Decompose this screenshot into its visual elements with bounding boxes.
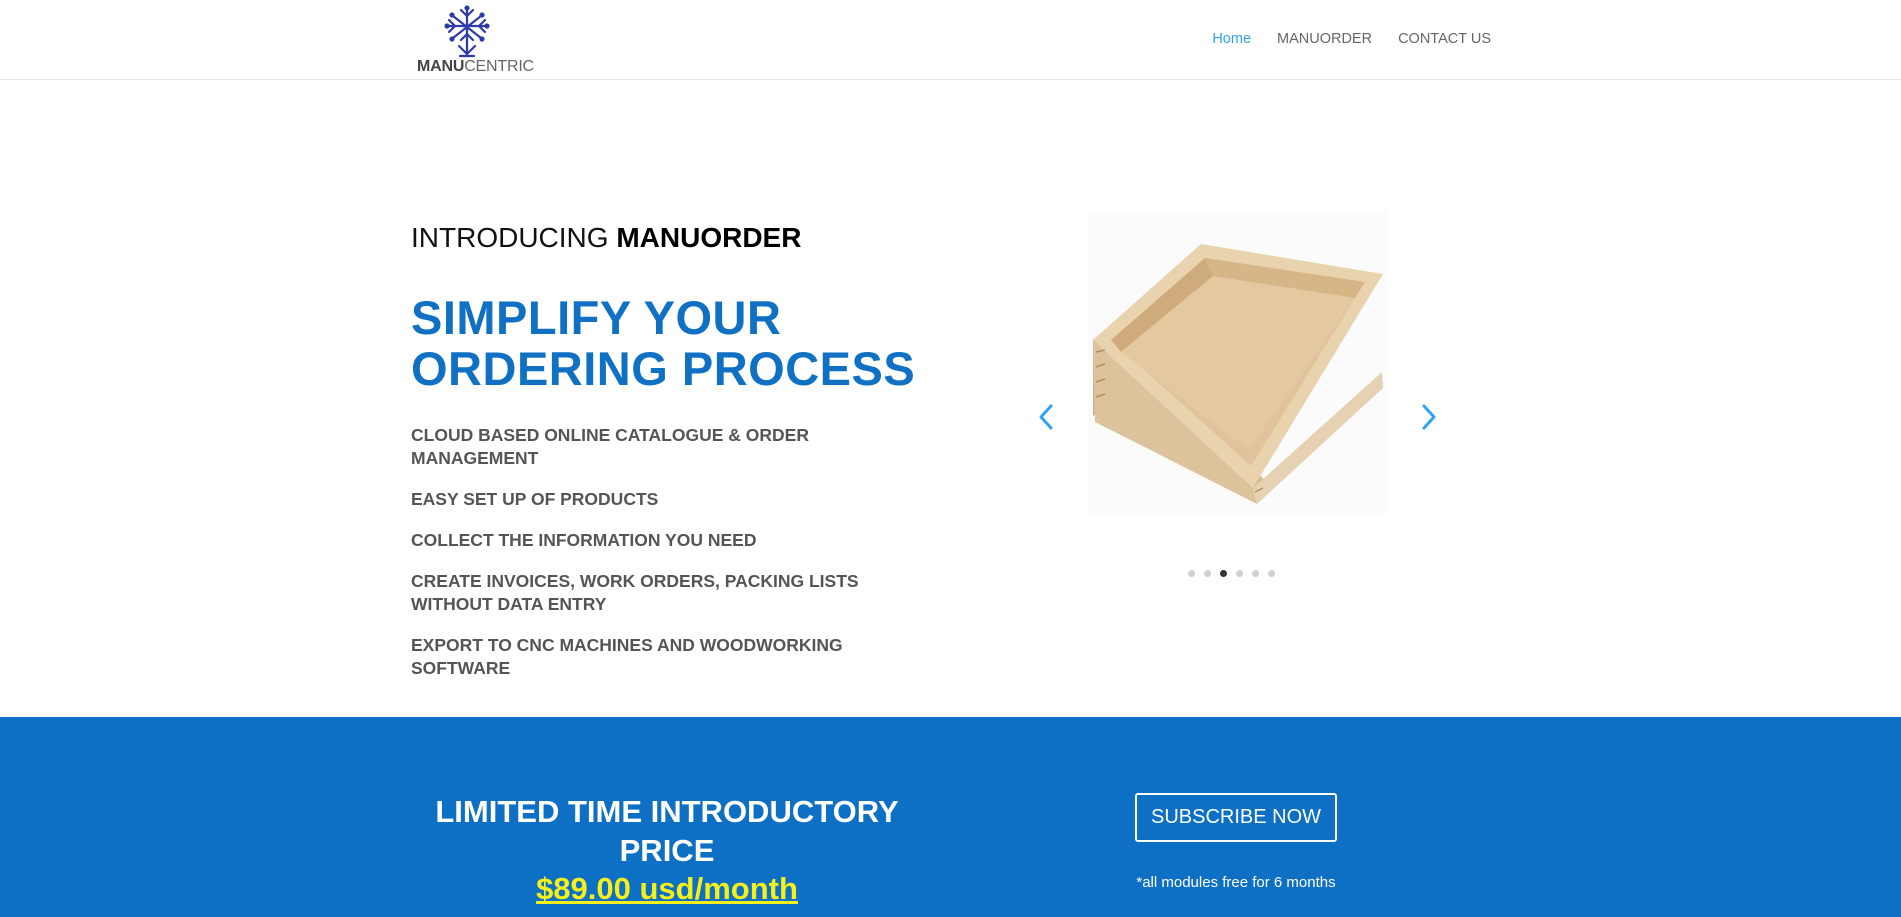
- hero-headline: SIMPLIFY YOUR ORDERING PROCESS: [411, 292, 971, 394]
- chevron-left-icon: [1039, 404, 1053, 430]
- slider-dot-2[interactable]: [1204, 570, 1211, 577]
- modules-free-note: *all modules free for 6 months: [1136, 874, 1336, 891]
- slider-pagination: [1188, 570, 1275, 577]
- site-header: MANUCENTRIC Home MANUORDER CONTACT US: [0, 0, 1901, 80]
- nav-item-home[interactable]: Home: [1212, 31, 1251, 47]
- feature-item: CREATE INVOICES, WORK ORDERS, PACKING LI…: [411, 571, 859, 614]
- intro-heading: INTRODUCING MANUORDER: [411, 222, 801, 254]
- feature-list: CLOUD BASED ONLINE CATALOGUE & ORDER MAN…: [411, 424, 931, 698]
- feature-item: EASY SET UP OF PRODUCTS: [411, 489, 659, 509]
- slider-dot-5[interactable]: [1252, 570, 1259, 577]
- headline-line-1: SIMPLIFY YOUR: [411, 291, 782, 344]
- slider-dot-4[interactable]: [1236, 570, 1243, 577]
- slider-dot-3[interactable]: [1220, 570, 1227, 577]
- chevron-right-icon: [1422, 404, 1436, 430]
- slider-dot-1[interactable]: [1188, 570, 1195, 577]
- slider-next-button[interactable]: [1416, 400, 1442, 434]
- feature-item: EXPORT TO CNC MACHINES AND WOODWORKING S…: [411, 635, 843, 678]
- headline-line-2: ORDERING PROCESS: [411, 342, 916, 395]
- wooden-drawer-box-image: [1087, 212, 1387, 514]
- snowflake-tree-logo-icon: [444, 5, 490, 58]
- manucentric-logo[interactable]: MANUCENTRIC: [416, 4, 534, 76]
- nav-item-contact-us[interactable]: CONTACT US: [1398, 31, 1491, 47]
- subscribe-now-button[interactable]: SUBSCRIBE NOW: [1135, 793, 1337, 842]
- slider-prev-button[interactable]: [1033, 400, 1059, 434]
- slider-dot-6[interactable]: [1268, 570, 1275, 577]
- feature-item: COLLECT THE INFORMATION YOU NEED: [411, 530, 757, 550]
- nav-item-manuorder[interactable]: MANUORDER: [1277, 31, 1372, 47]
- logo-text-light: CENTRIC: [464, 58, 534, 75]
- promo-band: [0, 717, 1901, 917]
- logo-text-bold: MANU: [417, 58, 465, 75]
- logo-wordmark: MANUCENTRIC: [417, 58, 534, 76]
- main-nav: Home MANUORDER CONTACT US: [1212, 31, 1491, 47]
- feature-item: CLOUD BASED ONLINE CATALOGUE & ORDER MAN…: [411, 425, 809, 468]
- intro-product-name: MANUORDER: [616, 222, 802, 253]
- promo-title: LIMITED TIME INTRODUCTORY PRICE: [435, 794, 899, 868]
- price-link[interactable]: $89.00 usd/month: [420, 870, 914, 908]
- intro-prefix: INTRODUCING: [411, 222, 617, 253]
